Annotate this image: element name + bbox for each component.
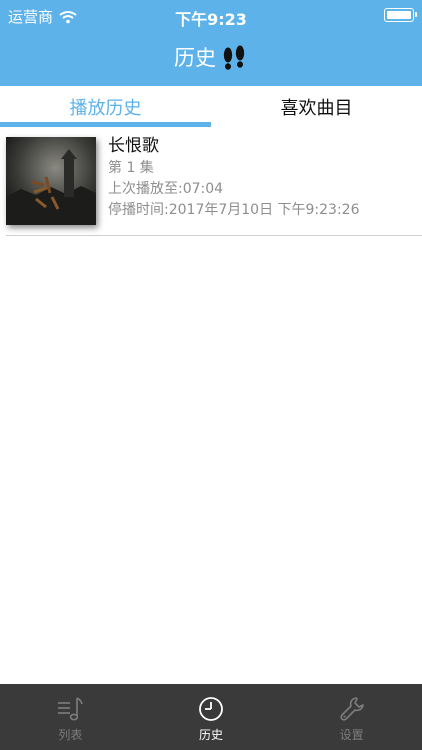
- history-row[interactable]: 长恨歌 第 1 集 上次播放至:07:04 停播时间:2017年7月10日 下午…: [6, 128, 422, 236]
- battery-icon: [384, 8, 417, 22]
- tab-bar: 列表 历史 设置: [0, 684, 422, 750]
- wrench-icon: [337, 694, 367, 724]
- header: 运营商 下午9:23 历史: [0, 0, 422, 86]
- tab-settings-label: 设置: [339, 728, 364, 742]
- segment-indicator: [0, 122, 211, 127]
- stopped-time-label: 停播时间:2017年7月10日 下午9:23:26: [108, 202, 360, 218]
- segment-liked-tracks[interactable]: 喜欢曲目: [211, 86, 422, 128]
- nav-title-bar: 历史: [0, 40, 422, 74]
- clock-icon: [196, 694, 226, 724]
- page-title: 历史: [174, 46, 216, 70]
- tab-settings[interactable]: 设置: [281, 684, 422, 750]
- history-row-text: 长恨歌 第 1 集 上次播放至:07:04 停播时间:2017年7月10日 下午…: [108, 134, 416, 221]
- album-cover: [6, 137, 96, 225]
- music-list-icon: [55, 694, 85, 724]
- tab-history[interactable]: 历史: [141, 684, 282, 750]
- tab-list-label: 列表: [58, 728, 83, 742]
- status-time: 下午9:23: [175, 10, 247, 29]
- tab-history-label: 历史: [199, 728, 224, 742]
- track-title: 长恨歌: [108, 136, 159, 156]
- history-list: 长恨歌 第 1 集 上次播放至:07:04 停播时间:2017年7月10日 下午…: [0, 128, 422, 236]
- footprints-icon: [220, 42, 248, 72]
- status-bar: 运营商 下午9:23: [0, 0, 422, 30]
- tab-list[interactable]: 列表: [0, 684, 141, 750]
- episode-label: 第 1 集: [108, 160, 154, 176]
- last-played-label: 上次播放至:07:04: [108, 181, 224, 197]
